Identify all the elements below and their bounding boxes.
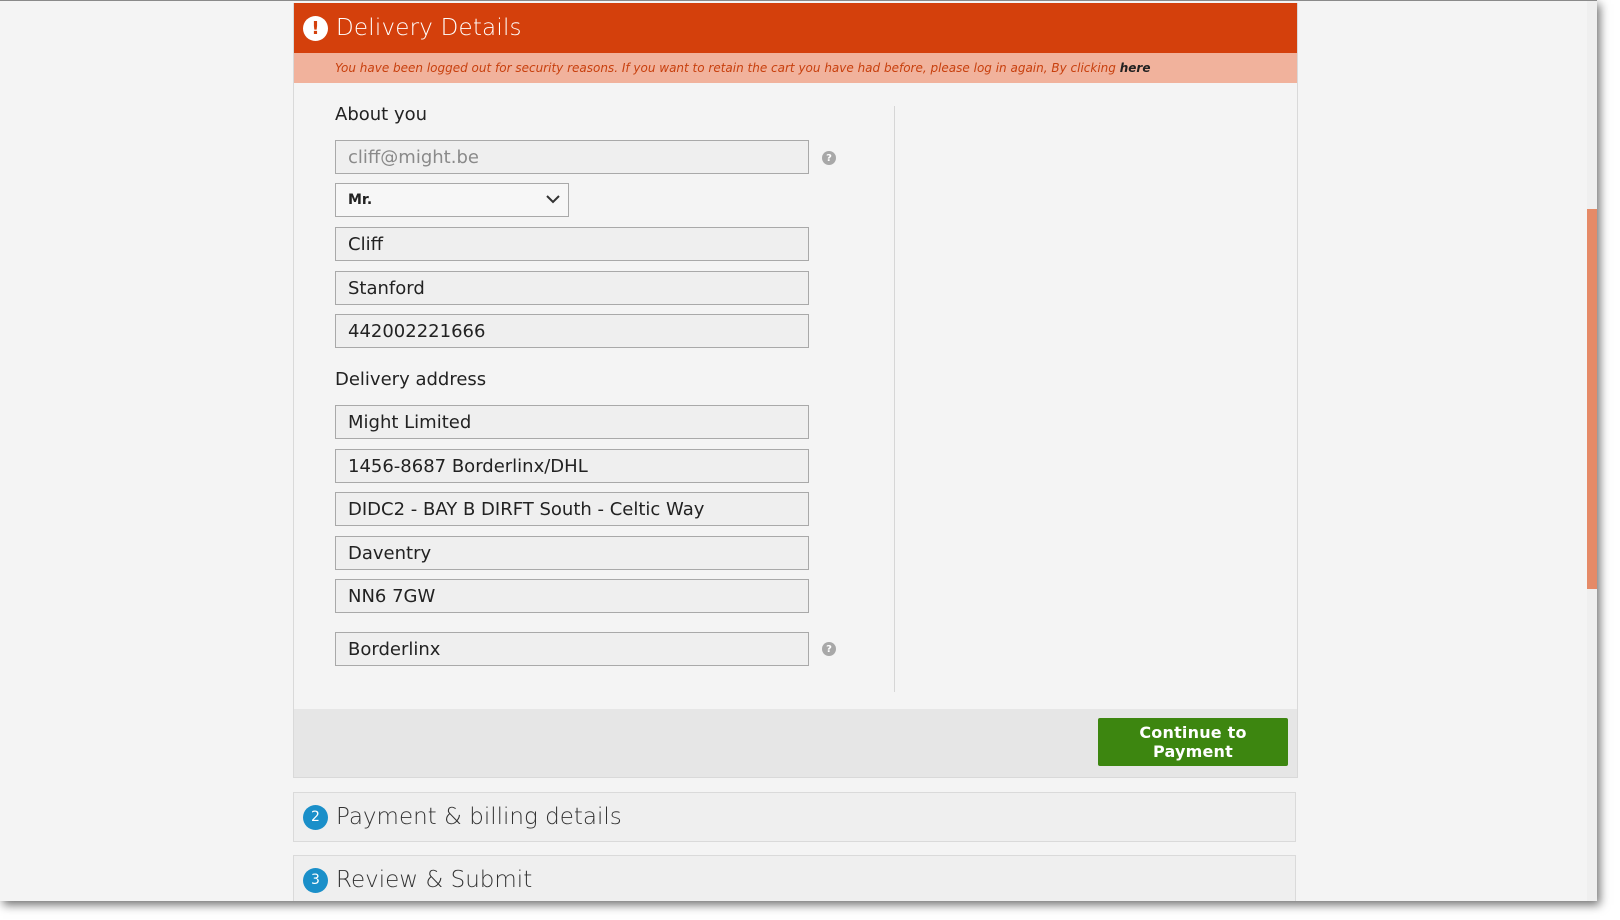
scrollbar-track[interactable] xyxy=(1587,1,1597,901)
step-number-badge: 3 xyxy=(303,867,328,893)
email-field[interactable] xyxy=(335,140,809,174)
delivery-step-header[interactable]: ! Delivery Details xyxy=(294,3,1297,53)
delivery-address-heading: Delivery address xyxy=(335,369,487,390)
delivery-step-panel: ! Delivery Details You have been logged … xyxy=(293,3,1298,778)
address-line2-field[interactable] xyxy=(335,492,809,526)
about-you-heading: About you xyxy=(335,104,428,125)
first-name-field[interactable] xyxy=(335,227,809,261)
payment-step-title: Payment & billing details xyxy=(336,804,622,830)
review-step-title: Review & Submit xyxy=(336,867,533,893)
delivery-step-title: Delivery Details xyxy=(336,15,522,41)
carrier-help-icon[interactable]: ? xyxy=(822,642,836,656)
company-field[interactable] xyxy=(335,405,809,439)
email-help-icon[interactable]: ? xyxy=(822,151,836,165)
scrollbar-thumb[interactable] xyxy=(1587,209,1597,589)
title-select-value: Mr. xyxy=(348,192,373,208)
continue-to-payment-button[interactable]: Continue to Payment xyxy=(1098,718,1288,766)
chevron-down-icon xyxy=(546,192,560,208)
logout-notice-text: You have been logged out for security re… xyxy=(335,61,1116,75)
payment-step-header[interactable]: 2 Payment & billing details xyxy=(293,792,1296,842)
browser-window: ! Delivery Details You have been logged … xyxy=(0,0,1597,901)
step-number-badge: 2 xyxy=(303,804,328,830)
postcode-field[interactable] xyxy=(335,579,809,613)
column-divider xyxy=(894,106,895,692)
login-here-link[interactable]: here xyxy=(1120,61,1151,75)
review-step-header[interactable]: 3 Review & Submit xyxy=(293,855,1296,901)
delivery-form: About you ? Mr. Delivery address ? xyxy=(294,83,1297,709)
title-select[interactable]: Mr. xyxy=(335,183,569,217)
carrier-field[interactable] xyxy=(335,632,809,666)
address-line1-field[interactable] xyxy=(335,449,809,483)
city-field[interactable] xyxy=(335,536,809,570)
phone-field[interactable] xyxy=(335,314,809,348)
logout-notice: You have been logged out for security re… xyxy=(294,53,1297,83)
action-bar: Continue to Payment xyxy=(294,709,1297,778)
exclamation-icon: ! xyxy=(303,15,328,41)
last-name-field[interactable] xyxy=(335,271,809,305)
